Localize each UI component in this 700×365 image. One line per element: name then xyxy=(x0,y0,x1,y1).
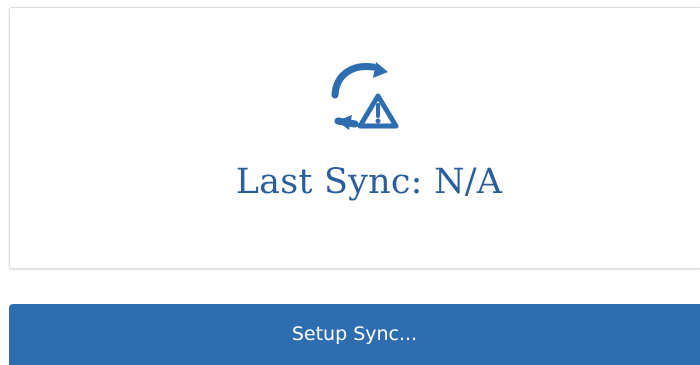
sync-status-card: Last Sync: N/A xyxy=(9,7,700,269)
last-sync-status: Last Sync: N/A xyxy=(235,162,503,202)
sync-warning-icon xyxy=(331,62,399,130)
sync-page: Last Sync: N/A Setup Sync... xyxy=(0,0,700,365)
setup-sync-button[interactable]: Setup Sync... xyxy=(9,304,700,365)
